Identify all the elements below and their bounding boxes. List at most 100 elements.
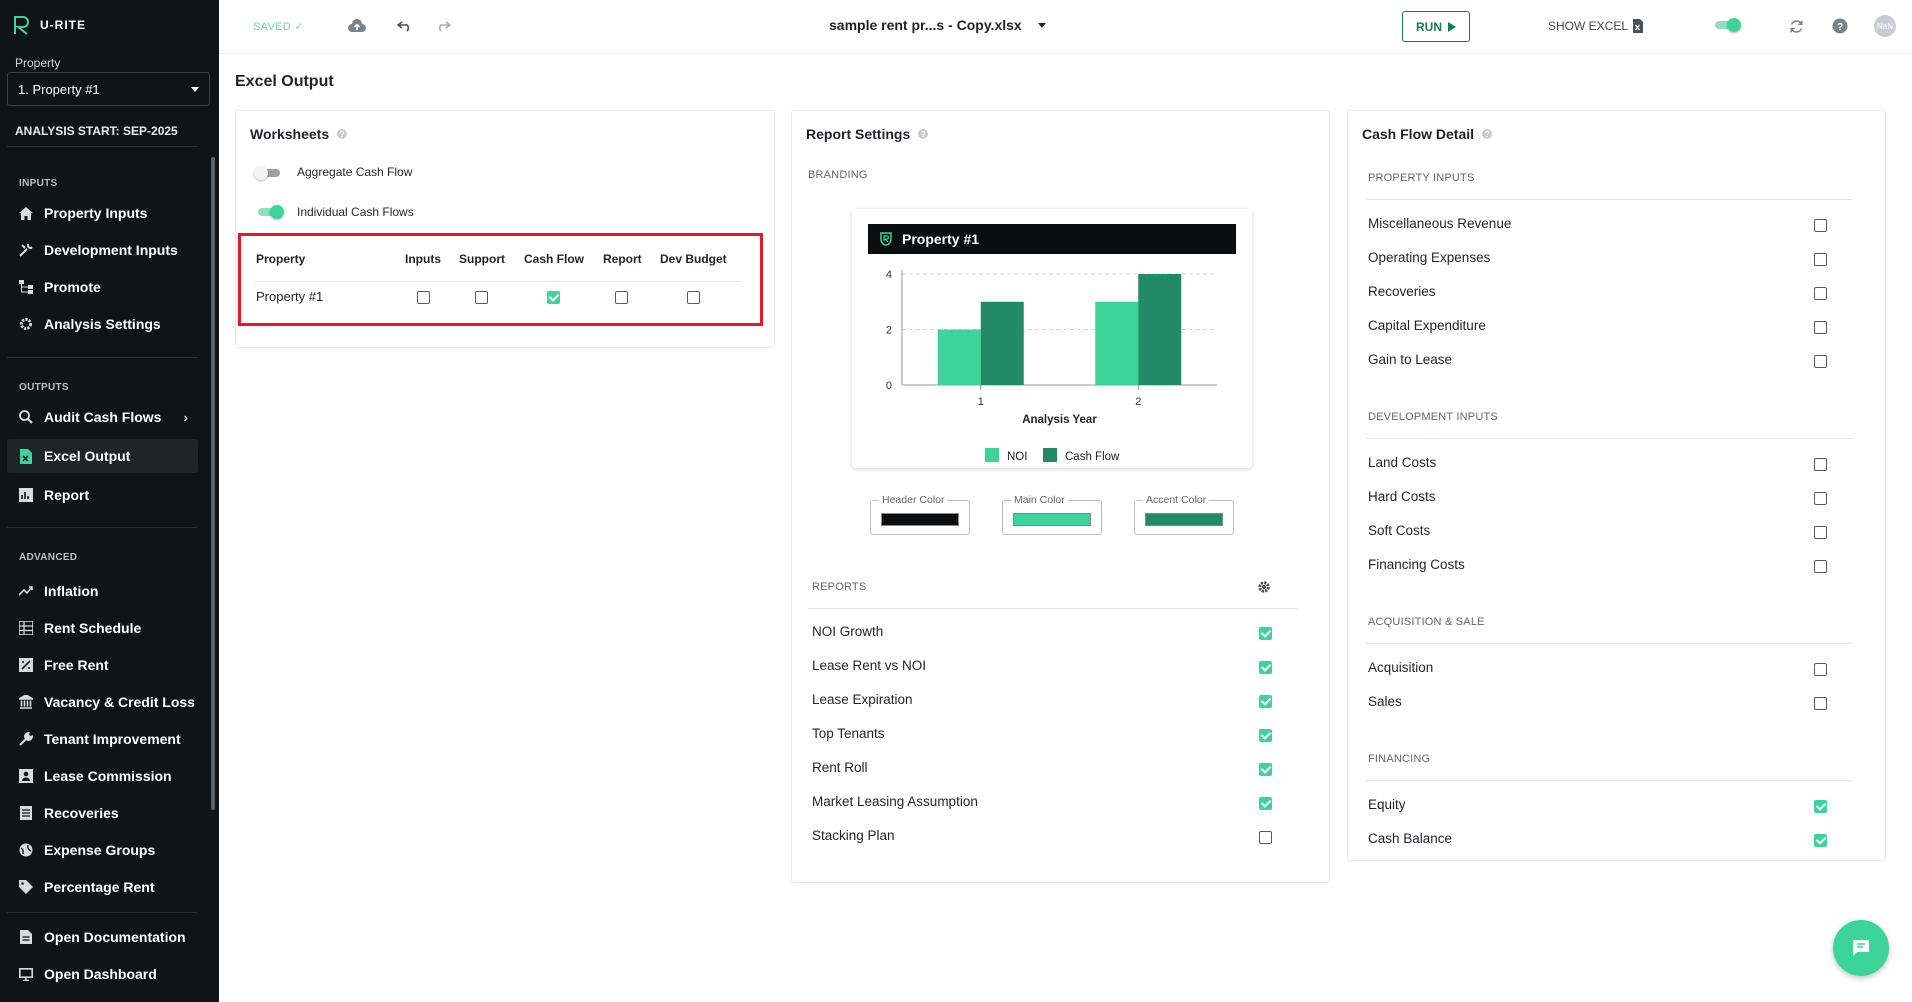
cash-flow-checkbox[interactable] — [547, 291, 560, 304]
sidebar-item-development-inputs[interactable]: Development Inputs — [7, 233, 198, 267]
badge-icon — [18, 768, 34, 784]
sidebar-item-expense-groups[interactable]: Expense Groups — [7, 833, 198, 867]
sidebar-item-vacancy-credit-loss[interactable]: Vacancy & Credit Loss — [7, 685, 198, 719]
detail-option-checkbox[interactable] — [1814, 526, 1827, 539]
group-heading: ACQUISITION & SALE — [1368, 616, 1485, 628]
divider — [7, 527, 197, 528]
sidebar-item-promote[interactable]: Promote — [7, 270, 198, 304]
property-select[interactable]: 1. Property #1 — [7, 72, 210, 106]
logo-icon — [14, 16, 29, 35]
sidebar-item-lease-commission[interactable]: Lease Commission — [7, 759, 198, 793]
check-icon: ✓ — [294, 21, 304, 33]
sidebar-item-inflation[interactable]: Inflation — [7, 574, 198, 608]
detail-option-label: Equity — [1368, 797, 1406, 812]
divider — [7, 357, 197, 358]
help-icon[interactable]: ? — [1830, 16, 1850, 36]
help-icon[interactable]: ? — [918, 129, 929, 139]
legend-label: Cash Flow — [1065, 451, 1120, 463]
detail-option-checkbox[interactable] — [1814, 800, 1827, 813]
inputs-checkbox[interactable] — [417, 291, 430, 304]
show-excel-toggle[interactable] — [1713, 18, 1741, 32]
sidebar-item-report[interactable]: Report — [7, 478, 198, 512]
header-color-swatch — [881, 513, 959, 526]
brand-name: U-RITE — [40, 18, 86, 32]
help-icon[interactable]: ? — [1482, 129, 1493, 139]
sidebar-item-analysis-settings[interactable]: Analysis Settings — [7, 307, 198, 341]
detail-option-checkbox[interactable] — [1814, 355, 1827, 368]
detail-option-checkbox[interactable] — [1814, 697, 1827, 710]
detail-option-checkbox[interactable] — [1814, 560, 1827, 573]
file-selector[interactable]: sample rent pr...s - Copy.xlsx — [829, 17, 1046, 33]
redo-icon[interactable] — [433, 16, 453, 36]
sidebar-item-label: Recoveries — [44, 805, 119, 821]
individual-cash-flows-toggle[interactable] — [256, 205, 284, 219]
undo-icon[interactable] — [395, 16, 415, 36]
detail-option-checkbox[interactable] — [1814, 287, 1827, 300]
report-option-checkbox[interactable] — [1259, 763, 1272, 776]
detail-option-checkbox[interactable] — [1814, 458, 1827, 471]
worksheets-title-text: Worksheets — [250, 126, 330, 142]
sidebar-item-audit-cash-flows[interactable]: Audit Cash Flows › — [7, 400, 198, 434]
app-logo[interactable]: U-RITE — [12, 14, 86, 36]
sidebar-scrollbar[interactable] — [211, 157, 215, 810]
sidebar-item-open-documentation[interactable]: Open Documentation — [7, 920, 198, 954]
chevron-right-icon: › — [183, 409, 188, 425]
show-excel-toggle-label: SHOW EXCEL — [1548, 19, 1644, 33]
detail-option-label: Financing Costs — [1368, 557, 1465, 572]
sidebar-item-recoveries[interactable]: Recoveries — [7, 796, 198, 830]
refresh-icon[interactable] — [1786, 16, 1806, 36]
run-button[interactable]: RUN — [1402, 11, 1470, 42]
header-color-field[interactable]: Header Color — [870, 494, 970, 535]
accent-color-field[interactable]: Accent Color — [1134, 494, 1234, 535]
report-option-checkbox[interactable] — [1259, 797, 1272, 810]
sidebar-item-rent-schedule[interactable]: Rent Schedule — [7, 611, 198, 645]
report-option-checkbox[interactable] — [1259, 831, 1272, 844]
detail-option-checkbox[interactable] — [1814, 219, 1827, 232]
sidebar-item-percentage-rent[interactable]: Percentage Rent — [7, 870, 198, 904]
dev-budget-checkbox[interactable] — [687, 291, 700, 304]
sidebar-item-property-inputs[interactable]: Property Inputs — [7, 196, 198, 230]
detail-option-label: Sales — [1368, 694, 1402, 709]
group-divider — [1366, 643, 1852, 644]
support-checkbox[interactable] — [475, 291, 488, 304]
main-color-field[interactable]: Main Color — [1002, 494, 1102, 535]
aggregate-cash-flow-toggle[interactable] — [254, 166, 282, 180]
cloud-upload-icon[interactable] — [347, 16, 367, 36]
detail-option-label: Recoveries — [1368, 284, 1436, 299]
detail-option-checkbox[interactable] — [1814, 834, 1827, 847]
sidebar-item-label: Vacancy & Credit Loss — [44, 694, 195, 710]
chat-button[interactable] — [1833, 920, 1889, 976]
sidebar-item-label: Free Rent — [44, 657, 109, 673]
sidebar-item-free-rent[interactable]: Free Rent — [7, 648, 198, 682]
accent-color-label: Accent Color — [1143, 494, 1210, 506]
report-checkbox[interactable] — [615, 291, 628, 304]
x-axis-label: Analysis Year — [1022, 414, 1097, 426]
report-option-checkbox[interactable] — [1259, 695, 1272, 708]
sidebar-item-label: Rent Schedule — [44, 620, 142, 636]
avatar[interactable]: NaN — [1874, 15, 1896, 37]
report-option-checkbox[interactable] — [1259, 729, 1272, 742]
detail-option-checkbox[interactable] — [1814, 663, 1827, 676]
col-header-support: Support — [459, 252, 505, 266]
property-select-value: 1. Property #1 — [18, 81, 100, 97]
report-option-checkbox[interactable] — [1259, 627, 1272, 640]
gear-icon[interactable] — [1257, 580, 1271, 599]
preview-title: Property #1 — [902, 231, 980, 247]
trend-icon — [18, 583, 34, 599]
section-advanced: ADVANCED — [19, 552, 78, 563]
bar-noi — [937, 329, 981, 385]
sidebar-item-excel-output[interactable]: Excel Output — [7, 439, 198, 473]
detail-option-checkbox[interactable] — [1814, 253, 1827, 266]
detail-option-checkbox[interactable] — [1814, 492, 1827, 505]
aggregate-cash-flow-label: Aggregate Cash Flow — [297, 165, 413, 179]
sidebar-item-label: Property Inputs — [44, 205, 148, 221]
sidebar-item-open-dashboard[interactable]: Open Dashboard — [7, 957, 198, 991]
report-option-checkbox[interactable] — [1259, 661, 1272, 674]
report-settings-title: Report Settings ? — [806, 126, 929, 142]
sidebar-item-tenant-improvement[interactable]: Tenant Improvement — [7, 722, 198, 756]
detail-option-label: Capital Expenditure — [1368, 318, 1486, 333]
caret-down-icon — [191, 86, 199, 92]
toggle-knob — [270, 205, 284, 219]
detail-option-checkbox[interactable] — [1814, 321, 1827, 334]
help-icon[interactable]: ? — [337, 129, 348, 139]
